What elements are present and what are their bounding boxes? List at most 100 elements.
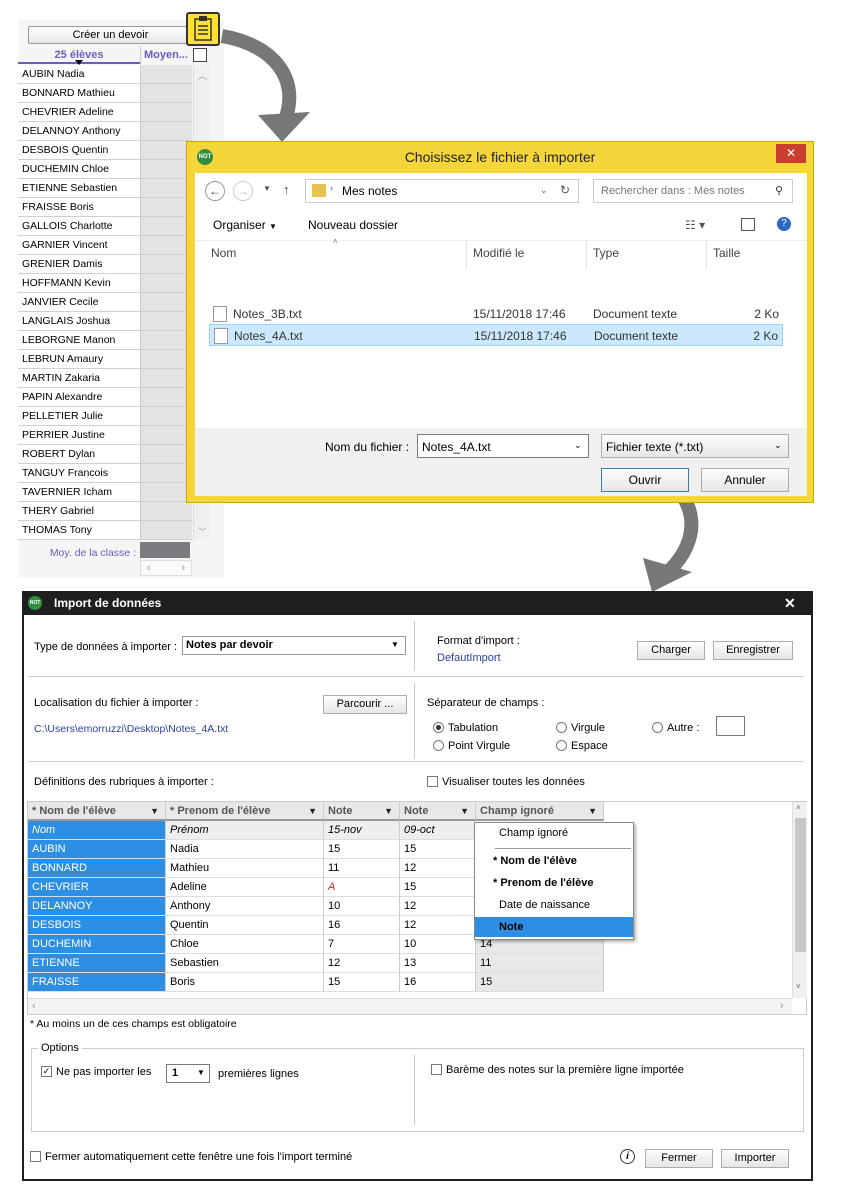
column-modified[interactable]: Modifié le — [467, 241, 587, 267]
student-row[interactable]: PELLETIER Julie — [18, 407, 192, 426]
grid-cell[interactable]: 7 — [324, 935, 400, 954]
browse-button[interactable]: Parcourir ... — [323, 695, 407, 714]
column-dropdown-icon[interactable]: ▼ — [384, 802, 393, 819]
grid-cell[interactable]: ETIENNE — [28, 954, 166, 973]
grid-cell[interactable]: 11 — [324, 859, 400, 878]
scroll-right-icon[interactable]: › — [780, 1000, 784, 1012]
grid-cell[interactable]: 15 — [400, 840, 476, 859]
column-type[interactable]: Type — [587, 241, 707, 267]
scale-checkbox[interactable] — [431, 1064, 442, 1075]
grid-header-row-cell[interactable]: Nom — [28, 821, 166, 840]
dropdown-item-ignored[interactable]: Champ ignoré — [475, 823, 633, 843]
grid-cell[interactable]: Anthony — [166, 897, 324, 916]
grid-cell[interactable]: CHEVRIER — [28, 878, 166, 897]
address-dropdown-icon[interactable]: ⌄ — [540, 185, 548, 196]
grid-vertical-scrollbar[interactable]: ˄ ˅ — [792, 802, 807, 998]
grid-cell[interactable]: 10 — [324, 897, 400, 916]
grid-cell[interactable]: 15 — [400, 878, 476, 897]
grid-cell[interactable]: DELANNOY — [28, 897, 166, 916]
grid-header-row-cell[interactable]: 09-oct — [400, 821, 476, 840]
skip-lines-checkbox[interactable]: ✓ — [41, 1066, 52, 1077]
student-row[interactable]: HOFFMANN Kevin — [18, 274, 192, 293]
grid-cell[interactable]: Boris — [166, 973, 324, 992]
info-icon[interactable]: i — [620, 1149, 635, 1164]
radio-space[interactable] — [556, 740, 567, 751]
filename-input[interactable]: Notes_4A.txt ⌄ — [417, 434, 589, 458]
file-row[interactable]: Notes_4A.txt 15/11/2018 17:46 Document tex… — [209, 324, 783, 346]
grid-cell[interactable]: 15 — [324, 840, 400, 859]
student-row[interactable]: LEBRUN Amaury — [18, 350, 192, 369]
header-note-1[interactable]: Note ▼ — [324, 802, 400, 821]
grid-cell[interactable]: Mathieu — [166, 859, 324, 878]
column-options-icon[interactable] — [193, 48, 207, 62]
import-button[interactable]: Importer — [721, 1149, 789, 1168]
student-row[interactable]: FRAISSE Boris — [18, 198, 192, 217]
header-note-2[interactable]: Note ▼ — [400, 802, 476, 821]
grid-cell[interactable]: 15 — [476, 973, 604, 992]
grid-cell[interactable]: FRAISSE — [28, 973, 166, 992]
dropdown-item-first-name[interactable]: * Prenom de l'élève — [475, 873, 633, 893]
scrollbar-thumb[interactable] — [795, 818, 806, 952]
radio-other[interactable] — [652, 722, 663, 733]
radio-semicolon[interactable] — [433, 740, 444, 751]
close-button[interactable]: Fermer — [645, 1149, 713, 1168]
scroll-up-icon[interactable]: ︿ — [198, 69, 207, 82]
column-size[interactable]: Taille — [707, 241, 795, 267]
grid-header-row-cell[interactable]: Prénom — [166, 821, 324, 840]
radio-comma[interactable] — [556, 722, 567, 733]
student-row[interactable]: ROBERT Dylan — [18, 445, 192, 464]
student-row[interactable]: DESBOIS Quentin — [18, 141, 192, 160]
grid-cell[interactable]: 12 — [400, 916, 476, 935]
student-row[interactable]: DUCHEMIN Chloe — [18, 160, 192, 179]
student-row[interactable]: TANGUY Francois — [18, 464, 192, 483]
organize-button[interactable]: Organiser ▼ — [213, 218, 277, 232]
grid-cell[interactable]: BONNARD — [28, 859, 166, 878]
student-row[interactable]: JANVIER Cecile — [18, 293, 192, 312]
student-row[interactable]: AUBIN Nadia — [18, 65, 192, 84]
student-row[interactable]: THERY Gabriel — [18, 502, 192, 521]
column-dropdown-icon[interactable]: ▼ — [588, 802, 597, 819]
grid-cell[interactable]: Chloe — [166, 935, 324, 954]
data-type-select[interactable]: Notes par devoir ▼ — [182, 636, 406, 655]
save-button[interactable]: Enregistrer — [713, 641, 793, 660]
show-all-checkbox[interactable] — [427, 776, 438, 787]
scroll-up-icon[interactable]: ˄ — [796, 803, 801, 812]
preview-pane-icon[interactable] — [741, 218, 755, 231]
header-last-name[interactable]: * Nom de l'élève ▼ — [28, 802, 166, 821]
refresh-icon[interactable]: ↻ — [560, 183, 570, 197]
open-button[interactable]: Ouvrir — [601, 468, 689, 492]
column-dropdown-icon[interactable]: ▼ — [460, 802, 469, 819]
grid-cell[interactable]: DUCHEMIN — [28, 935, 166, 954]
grid-cell[interactable]: Adeline — [166, 878, 324, 897]
grid-cell[interactable]: 15 — [324, 973, 400, 992]
import-clipboard-icon[interactable] — [186, 12, 220, 46]
scroll-down-icon[interactable]: ﹀ — [198, 525, 207, 538]
header-ignored[interactable]: Champ ignoré ▼ — [476, 802, 604, 821]
grid-horizontal-scrollbar[interactable]: ‹ › — [28, 998, 792, 1014]
student-row[interactable]: THOMAS Tony — [18, 521, 192, 540]
grid-cell[interactable]: 13 — [400, 954, 476, 973]
grid-header-row-cell[interactable]: 15-nov — [324, 821, 400, 840]
close-icon[interactable]: ✕ — [784, 591, 796, 615]
column-dropdown-icon[interactable]: ▼ — [308, 802, 317, 819]
student-row[interactable]: GARNIER Vincent — [18, 236, 192, 255]
search-input[interactable]: Rechercher dans : Mes notes — [593, 179, 793, 203]
grid-cell[interactable]: 11 — [476, 954, 604, 973]
student-row[interactable]: CHEVRIER Adeline — [18, 103, 192, 122]
student-row[interactable]: BONNARD Mathieu — [18, 84, 192, 103]
file-row[interactable]: Notes_3B.txt 15/11/2018 17:46 Document tex… — [209, 303, 783, 325]
new-folder-button[interactable]: Nouveau dossier — [308, 218, 398, 232]
student-row[interactable]: PAPIN Alexandre — [18, 388, 192, 407]
grid-cell[interactable]: 16 — [324, 916, 400, 935]
grid-cell[interactable]: 16 — [400, 973, 476, 992]
student-row[interactable]: GALLOIS Charlotte — [18, 217, 192, 236]
create-assignment-button[interactable]: Créer un devoir — [28, 26, 193, 44]
forward-icon[interactable]: → — [233, 181, 253, 201]
search-icon[interactable]: ⚲ — [775, 184, 783, 197]
radio-tab[interactable] — [433, 722, 444, 733]
view-options-icon[interactable]: ☷ ▾ — [685, 218, 705, 232]
dropdown-item-last-name[interactable]: * Nom de l'élève — [475, 851, 633, 871]
scroll-right-icon[interactable]: › — [181, 562, 185, 574]
student-row[interactable]: PERRIER Justine — [18, 426, 192, 445]
grid-cell[interactable]: Nadia — [166, 840, 324, 859]
